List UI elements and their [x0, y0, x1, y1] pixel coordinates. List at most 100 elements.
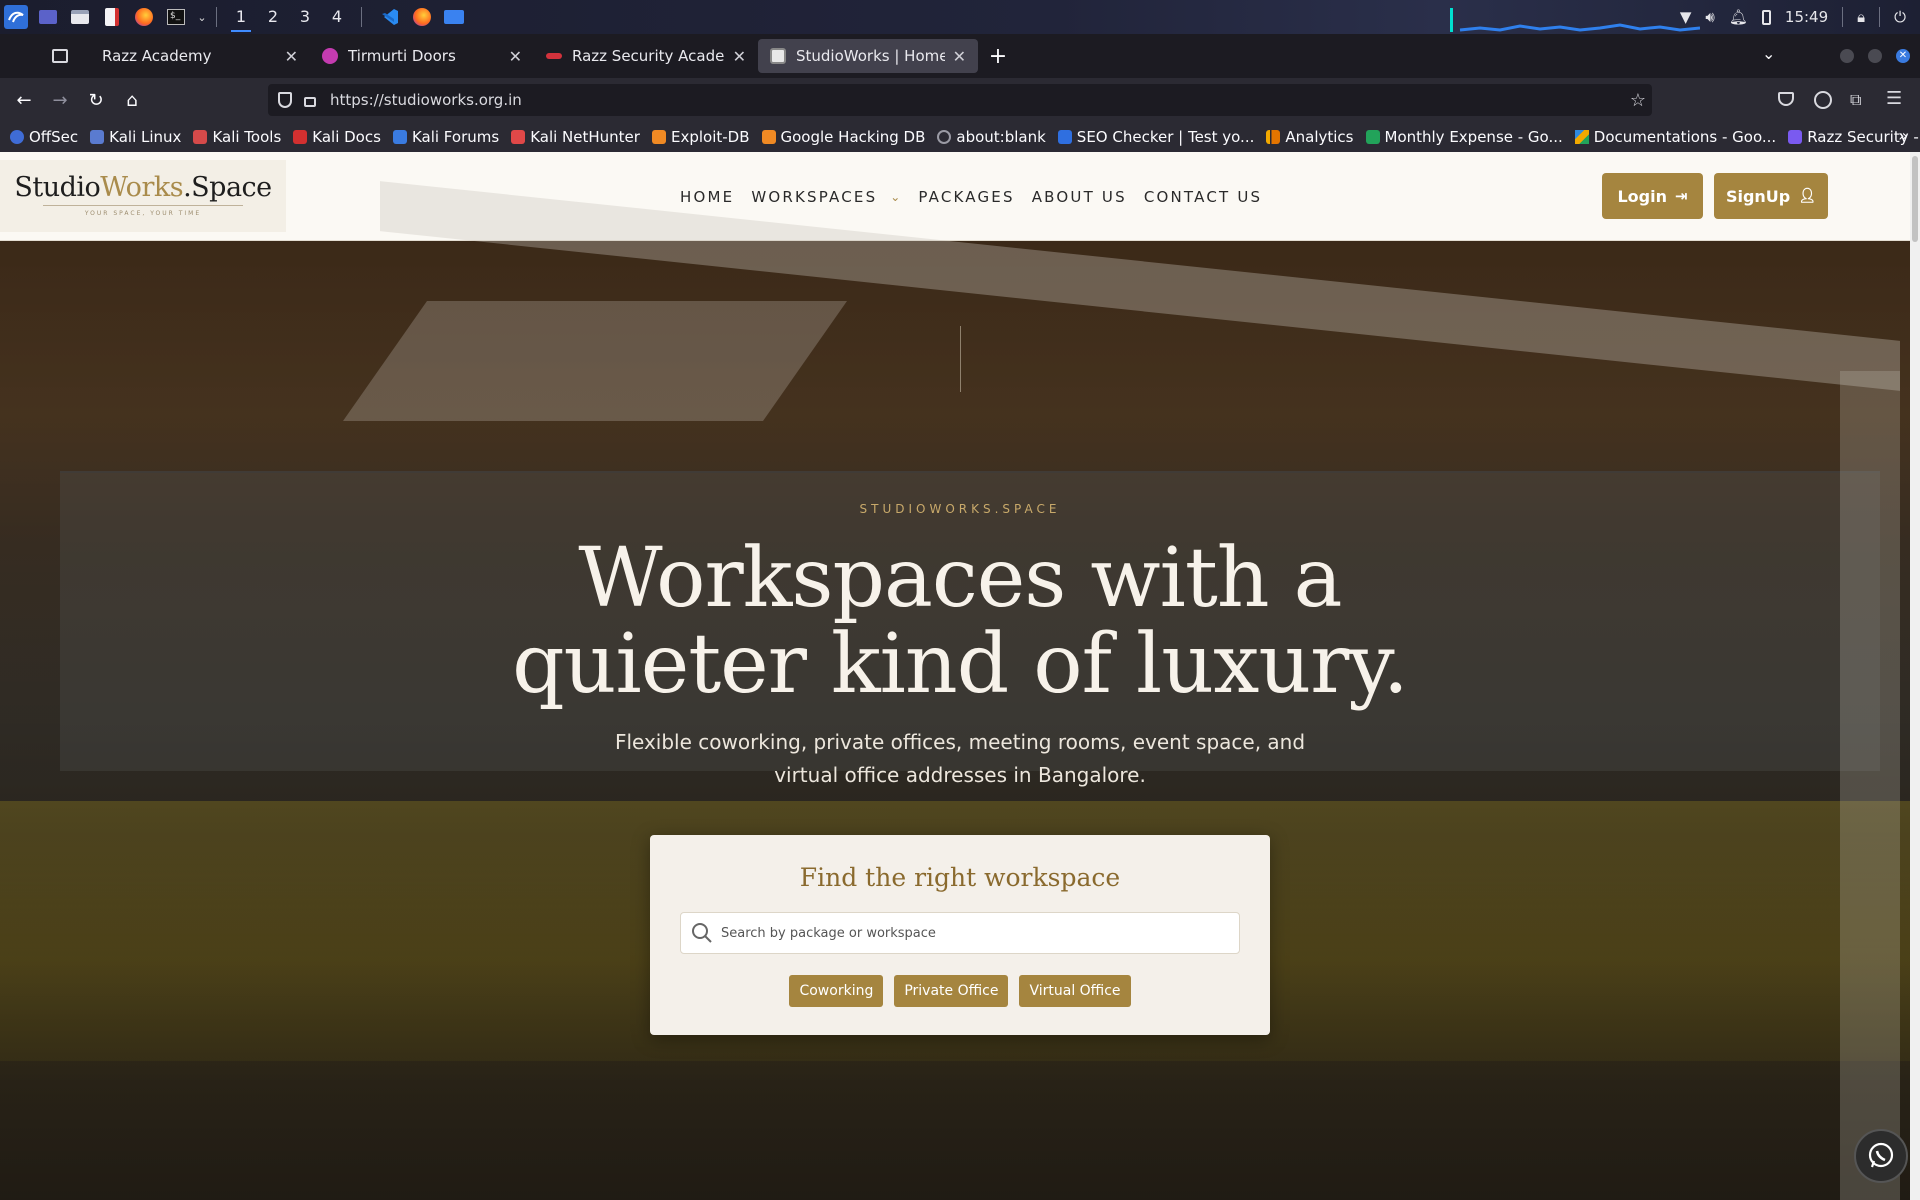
- chip-coworking[interactable]: Coworking: [789, 975, 884, 1007]
- bookmark-kali-tools[interactable]: Kali Tools: [193, 128, 281, 146]
- forward-button[interactable]: →: [42, 82, 78, 118]
- nav-contact-us[interactable]: CONTACT US: [1144, 188, 1262, 206]
- site-logo[interactable]: StudioWorks.Space YOUR SPACE, YOUR TIME: [0, 160, 286, 232]
- scrollbar-thumb[interactable]: [1912, 156, 1918, 242]
- desktop-icon[interactable]: [36, 5, 60, 29]
- analytics-icon: [1266, 130, 1281, 144]
- account-icon[interactable]: [1814, 91, 1832, 109]
- bookmark-seo-checker[interactable]: SEO Checker | Test yo...: [1057, 128, 1255, 146]
- chip-private-office[interactable]: Private Office: [894, 975, 1009, 1007]
- bookmark-google-hacking-db[interactable]: Google Hacking DB: [761, 128, 926, 146]
- lock-icon[interactable]: [304, 97, 316, 107]
- extensions-icon[interactable]: ⧉: [1850, 90, 1861, 110]
- tab-title: Razz Academy: [102, 47, 212, 65]
- firefox-icon[interactable]: [410, 5, 434, 29]
- bookmark-label: Kali NetHunter: [530, 128, 640, 146]
- tab-favicon-icon: [322, 48, 338, 64]
- whatsapp-button[interactable]: [1854, 1129, 1908, 1183]
- pocket-icon[interactable]: [1778, 92, 1794, 106]
- globe-icon: [937, 130, 952, 144]
- bell-icon[interactable]: 🔔︎: [1729, 8, 1748, 26]
- cpu-graph: [1450, 8, 1700, 32]
- bookmark-label: Google Hacking DB: [780, 128, 926, 146]
- signup-button[interactable]: SignUp 👤︎: [1714, 173, 1828, 219]
- bookmark-about-blank[interactable]: about:blank: [937, 128, 1046, 146]
- chevron-down-icon[interactable]: ⌄: [196, 5, 208, 29]
- login-button[interactable]: Login ⇥: [1602, 173, 1703, 219]
- file-manager-icon[interactable]: [68, 5, 92, 29]
- power-icon[interactable]: ⏻: [1894, 8, 1906, 26]
- chevron-down-icon[interactable]: ⌄: [890, 190, 900, 204]
- tab-studioworks[interactable]: StudioWorks | Home ✕: [758, 39, 978, 73]
- home-button[interactable]: ⌂: [114, 82, 150, 118]
- nav-home[interactable]: HOME: [680, 188, 734, 206]
- bookmark-kali-nethunter[interactable]: Kali NetHunter: [511, 128, 640, 146]
- bookmark-kali-docs[interactable]: Kali Docs: [293, 128, 381, 146]
- bookmark-exploit-db[interactable]: Exploit-DB: [651, 128, 750, 146]
- tab-razz-academy[interactable]: Razz Academy ✕: [90, 39, 310, 73]
- bookmark-offsec[interactable]: OffSec: [10, 128, 78, 146]
- workspace-1[interactable]: 1: [225, 0, 257, 34]
- close-icon[interactable]: ✕: [953, 47, 966, 66]
- system-tray: ▼ 🔊︎ 🔔︎ 15:49 🔒︎ ⏻: [1680, 0, 1920, 34]
- nav-about-us[interactable]: ABOUT US: [1032, 188, 1127, 206]
- search-input[interactable]: [721, 925, 1221, 941]
- terminal-icon[interactable]: $_: [164, 5, 188, 29]
- window-minimize-button[interactable]: [1840, 49, 1854, 63]
- battery-icon[interactable]: [1761, 9, 1771, 25]
- bookmark-documentations[interactable]: Documentations - Goo...: [1574, 128, 1776, 146]
- vscode-icon[interactable]: [378, 5, 402, 29]
- bookmark-favicon-icon: [1788, 130, 1803, 144]
- bookmark-kali-linux[interactable]: Kali Linux: [90, 128, 181, 146]
- workspace-3[interactable]: 3: [289, 0, 321, 34]
- lock-icon[interactable]: 🔒︎: [1857, 8, 1865, 26]
- nav-workspaces[interactable]: WORKSPACES: [751, 188, 877, 206]
- bookmarks-overflow-icon[interactable]: »: [1898, 126, 1908, 145]
- back-button[interactable]: ←: [6, 82, 42, 118]
- close-icon[interactable]: ✕: [285, 47, 298, 66]
- volume-icon[interactable]: 🔊︎: [1705, 8, 1714, 26]
- hero-eyebrow: STUDIOWORKS.SPACE: [859, 502, 1061, 516]
- wifi-icon[interactable]: ▼: [1680, 8, 1692, 26]
- new-tab-button[interactable]: +: [978, 44, 1018, 69]
- tab-razz-security[interactable]: Razz Security Academy | ( ✕: [534, 39, 758, 73]
- workspace-2[interactable]: 2: [257, 0, 289, 34]
- subtext-line: Flexible coworking, private offices, mee…: [614, 730, 1306, 754]
- bookmark-label: Kali Forums: [411, 128, 500, 146]
- search-box[interactable]: [680, 912, 1240, 954]
- close-icon[interactable]: ✕: [733, 47, 746, 66]
- nav-packages[interactable]: PACKAGES: [918, 188, 1014, 206]
- taskbar-divider: [216, 7, 217, 27]
- page-scrollbar[interactable]: [1910, 152, 1920, 1200]
- side-column: [1840, 371, 1900, 1200]
- window-close-button[interactable]: ✕: [1896, 49, 1910, 63]
- bookmark-kali-forums[interactable]: Kali Forums: [392, 128, 500, 146]
- firefox-icon[interactable]: [132, 5, 156, 29]
- url-text[interactable]: https://studioworks.org.in: [330, 91, 522, 109]
- kali-menu-icon[interactable]: [4, 5, 28, 29]
- close-icon[interactable]: ✕: [509, 47, 522, 66]
- bookmark-analytics[interactable]: Analytics: [1266, 128, 1354, 146]
- drive-icon: [1574, 130, 1589, 144]
- tab-overview-icon[interactable]: [40, 49, 80, 63]
- clock[interactable]: 15:49: [1785, 8, 1828, 26]
- headline-line: Workspaces with a: [578, 531, 1342, 626]
- bookmark-star-icon[interactable]: ☆: [1630, 90, 1646, 111]
- chip-virtual-office[interactable]: Virtual Office: [1019, 975, 1131, 1007]
- bookmark-label: SEO Checker | Test yo...: [1076, 128, 1255, 146]
- shield-icon[interactable]: [278, 92, 292, 108]
- text-editor-icon[interactable]: [100, 5, 124, 29]
- subtext-line: virtual office addresses in Bangalore.: [774, 763, 1146, 787]
- reload-button[interactable]: ↻: [78, 82, 114, 118]
- bookmark-favicon-icon: [1057, 130, 1072, 144]
- tab-tirmurti-doors[interactable]: Tirmurti Doors ✕: [310, 39, 534, 73]
- tab-list-chevron-icon[interactable]: ⌄: [1762, 44, 1775, 63]
- url-bar[interactable]: https://studioworks.org.in ☆: [268, 84, 1652, 116]
- folder-icon[interactable]: [442, 5, 466, 29]
- menu-icon[interactable]: ☰: [1886, 88, 1902, 109]
- bookmark-label: Kali Linux: [109, 128, 182, 146]
- window-maximize-button[interactable]: [1868, 49, 1882, 63]
- workspace-4[interactable]: 4: [321, 0, 353, 34]
- bookmark-monthly-expense[interactable]: Monthly Expense - Go...: [1365, 128, 1563, 146]
- bookmark-favicon-icon: [761, 130, 776, 144]
